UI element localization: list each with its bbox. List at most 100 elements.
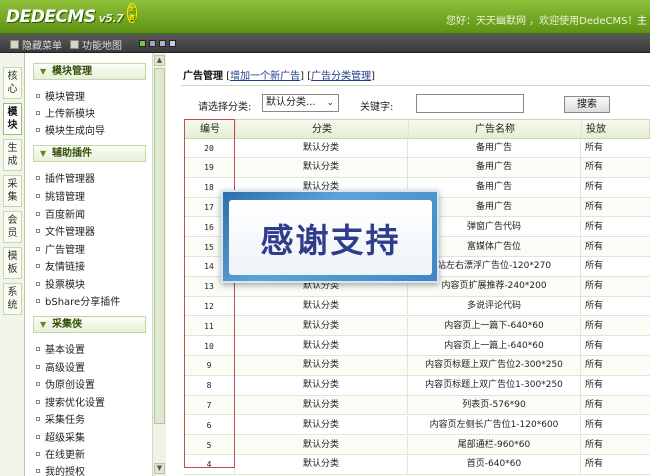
sidebar-item-module-wizard[interactable]: 模块生成向导 [36,122,105,137]
theme-swatch-green[interactable] [139,40,146,47]
sidebar-item-bshare[interactable]: bShare分享插件 [36,293,120,308]
sidebar-item-online-update[interactable]: 在线更新 [36,446,85,461]
search-button[interactable]: 搜索 [564,96,610,113]
collapse-arrow-icon: ▼ [40,149,47,158]
scroll-thumb[interactable] [154,68,165,424]
sidebar-item-pseudo-original[interactable]: 伪原创设置 [36,376,95,391]
main-link-truncated[interactable]: 主 [637,12,647,27]
tab-system[interactable]: 系统 [3,283,22,315]
ad-category-cell: 默认分类 [234,158,407,178]
sidebar-item-friend-links[interactable]: 友情链接 [36,258,85,273]
table-row[interactable]: 5 默认分类 尾部通栏-960*60 所有 [184,435,650,455]
theme-swatch-blue[interactable] [149,40,156,47]
bullet-icon [36,346,40,351]
ad-category-cell: 默认分类 [234,376,407,396]
table-row[interactable]: 9 默认分类 内容页标题上双广告位2-300*250 所有 [184,356,650,376]
sidebar-item-basic-settings[interactable]: 基本设置 [36,341,85,356]
sidebar-item-error-report[interactable]: 挑错管理 [36,188,85,203]
ad-category-cell: 默认分类 [234,336,407,356]
bullet-icon [36,211,40,216]
ad-delivery-cell: 所有 [580,455,650,475]
table-row[interactable]: 11 默认分类 内容页上一篇下-640*60 所有 [184,316,650,337]
col-name-header[interactable]: 广告名称 [408,120,581,139]
tab-collect[interactable]: 采集 [3,175,22,207]
sidebar-item-my-license[interactable]: 我的授权 [36,463,85,476]
sidebar-item-file-manager[interactable]: 文件管理器 [36,223,95,238]
page-title-bar: 广告管理 [增加一个新广告] [广告分类管理] [183,71,375,82]
group-module-management[interactable]: ▼ 模块管理 [33,63,146,80]
bullet-icon [36,416,40,421]
tab-templates[interactable]: 模板 [3,247,22,279]
add-ad-link[interactable]: 增加一个新广告 [230,71,300,82]
ad-delivery-cell: 所有 [580,217,650,237]
col-delivery-header[interactable]: 投放 [581,120,650,139]
table-row[interactable]: 19 默认分类 备用广告 所有 [184,158,650,178]
col-category-header[interactable]: 分类 [235,120,408,139]
bullet-icon [36,364,40,369]
sidebar-item-advanced-settings[interactable]: 高级设置 [36,359,85,374]
bullet-icon [36,399,40,404]
function-map-button[interactable]: 功能地图 [70,37,122,52]
page-title: 广告管理 [183,71,223,82]
group-collector[interactable]: ▼ 采集侠 [33,316,146,333]
table-row[interactable]: 7 默认分类 列表页-576*90 所有 [184,395,650,416]
sidebar-item-collect-tasks[interactable]: 采集任务 [36,411,85,426]
tab-core[interactable]: 核心 [3,67,22,99]
sidebar-item-upload-module[interactable]: 上传新模块 [36,105,95,120]
theme-swatch-lightblue[interactable] [159,40,166,47]
free-badge: 免费 [127,3,137,23]
collapse-arrow-icon: ▼ [40,320,47,329]
sidebar-item-plugin-manager[interactable]: 插件管理器 [36,170,95,185]
sidebar-item-module-manage[interactable]: 模块管理 [36,88,85,103]
app-header: DEDECMS v5.7 免费 您好：天天幽默网 ，欢迎使用DedeCMS！ 主 [0,0,650,34]
bullet-icon [36,127,40,132]
scroll-up-icon[interactable]: ▲ [154,55,165,66]
sidebar-item-super-collect[interactable]: 超级采集 [36,429,85,444]
ad-id-cell: 10 [204,341,214,351]
tab-modules[interactable]: 模块 [3,103,22,135]
dedecms-logo[interactable]: DEDECMS v5.7 免费 [6,3,137,27]
ad-delivery-cell: 所有 [580,197,650,217]
theme-swatch-gray[interactable] [169,40,176,47]
bullet-icon [36,228,40,233]
sidebar-item-vote-module[interactable]: 投票模块 [36,276,85,291]
table-row[interactable]: 8 默认分类 内容页标题上双广告位1-300*250 所有 [184,376,650,396]
col-id-header[interactable]: 编号 [185,120,235,139]
ad-id-cell: 12 [204,301,214,311]
table-row[interactable]: 4 默认分类 首页-640*60 所有 [184,455,650,475]
sidebar-scrollbar[interactable]: ▲ ▼ [152,53,166,476]
table-row[interactable]: 6 默认分类 内容页左侧长广告位1-120*600 所有 [184,415,650,436]
sidebar: ▼ 模块管理 模块管理 上传新模块 模块生成向导 ▼ 辅助插件 插件管理器 挑错管理… [25,53,149,476]
ad-category-cell: 默认分类 [234,455,407,475]
ad-id-cell: 8 [206,381,212,391]
sidebar-item-baidu-news[interactable]: 百度新闻 [36,206,85,221]
map-icon [70,40,79,49]
ad-delivery-cell: 所有 [580,277,650,297]
ad-delivery-cell: 所有 [580,316,650,336]
table-row[interactable]: 10 默认分类 内容页上一篇上-640*60 所有 [184,336,650,356]
group-plugins[interactable]: ▼ 辅助插件 [33,145,146,162]
keyword-input[interactable] [416,94,524,113]
ad-category-cell: 默认分类 [234,316,407,336]
sidebar-item-ad-manager[interactable]: 广告管理 [36,241,85,256]
collapse-arrow-icon: ▼ [40,67,47,76]
bullet-icon [36,246,40,251]
table-row[interactable]: 20 默认分类 备用广告 所有 [184,138,650,158]
sidebar-item-seo-settings[interactable]: 搜索优化设置 [36,394,105,409]
ad-name-cell: 内容页上一篇下-640*60 [407,316,580,336]
ad-id-cell: 7 [206,400,212,410]
ad-id-cell: 20 [204,143,214,153]
ad-name-cell: 多说评论代码 [407,296,580,316]
ad-delivery-cell: 所有 [580,138,650,158]
scroll-down-icon[interactable]: ▼ [154,463,165,474]
category-select[interactable]: 默认分类... ⌄ [262,94,339,112]
ad-category-cell: 默认分类 [234,435,407,455]
tab-members[interactable]: 会员 [3,211,22,243]
ad-category-cell: 默认分类 [234,356,407,376]
ad-delivery-cell: 所有 [580,178,650,198]
ad-category-link[interactable]: 广告分类管理 [311,71,371,82]
hide-menu-button[interactable]: 隐藏菜单 [10,37,62,52]
tab-generate[interactable]: 生成 [3,139,22,171]
table-row[interactable]: 12 默认分类 多说评论代码 所有 [184,296,650,317]
ad-category-cell: 默认分类 [234,138,407,158]
